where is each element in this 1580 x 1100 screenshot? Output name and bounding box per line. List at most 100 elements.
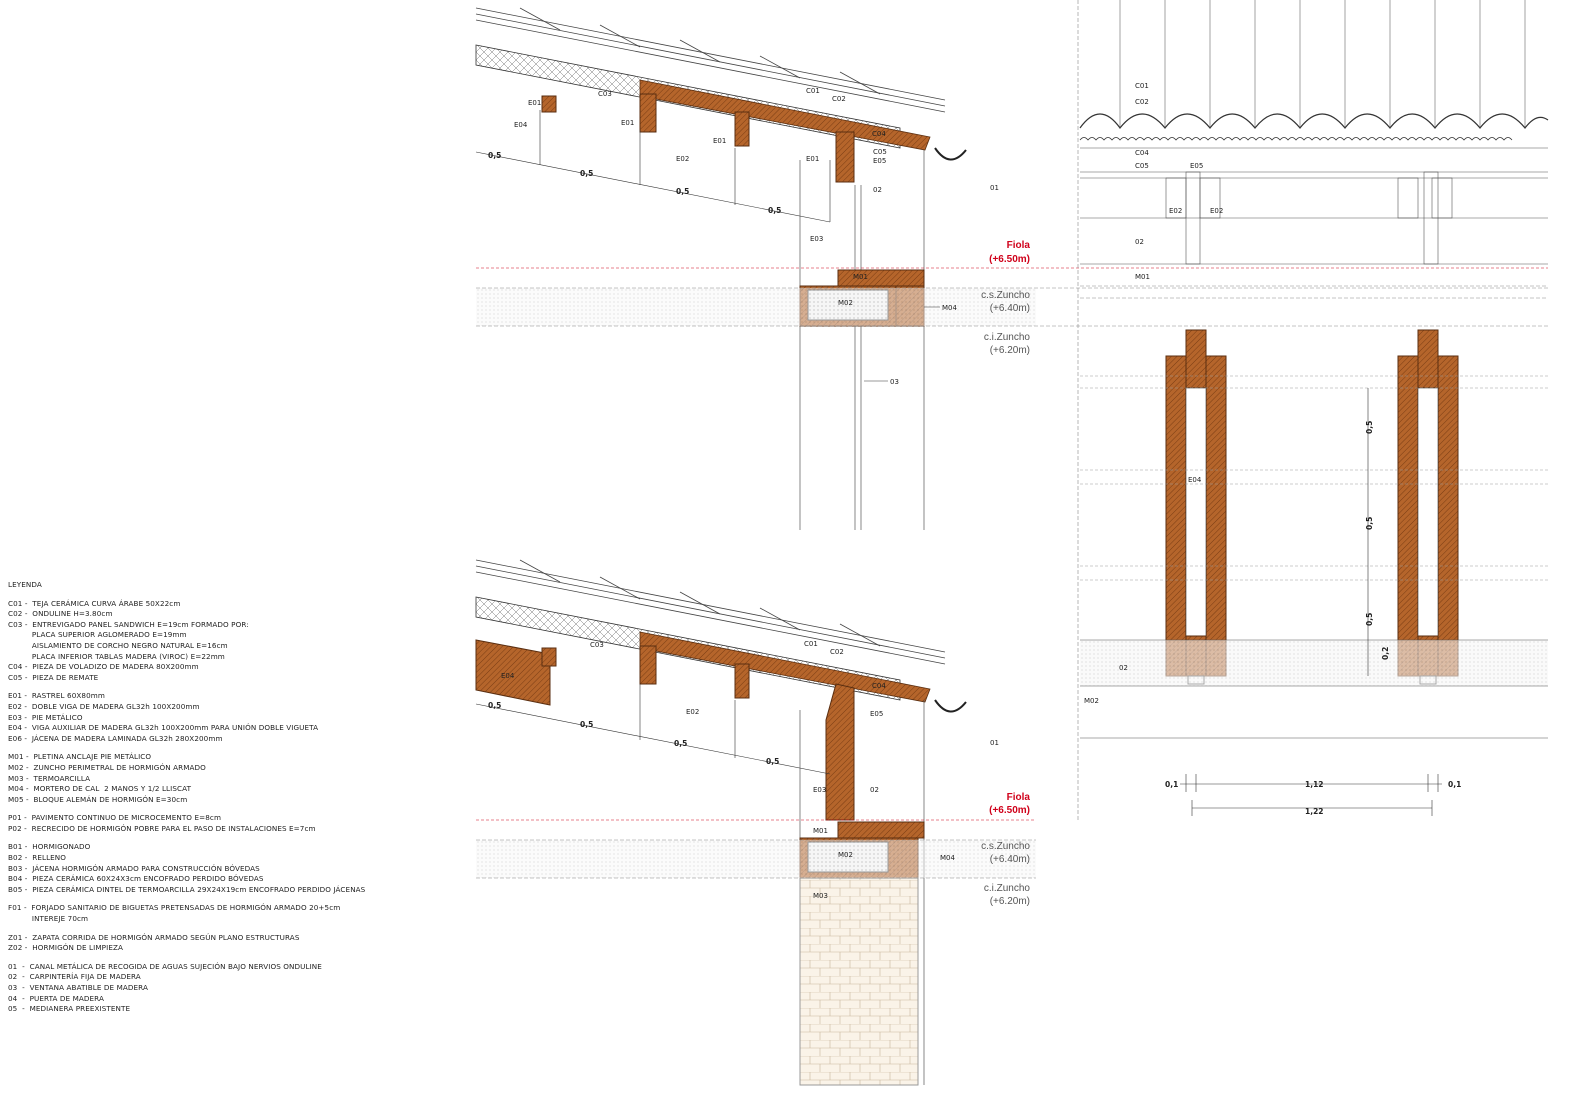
dim-0-5-e: 0,5 bbox=[488, 701, 501, 710]
elev-label-e02-b: E02 bbox=[1210, 207, 1223, 215]
label-c05-top: C05 bbox=[873, 148, 887, 156]
elevation-grid bbox=[1080, 375, 1548, 581]
label-c01-top: C01 bbox=[806, 87, 820, 95]
level-ci-value-top: (+6.20m) bbox=[990, 345, 1030, 356]
label-c01-bottom: C01 bbox=[804, 640, 818, 648]
label-e05-bottom: E05 bbox=[870, 710, 883, 718]
label-m03-bottom: M03 bbox=[813, 892, 828, 900]
dim-vert-0-2: 0,2 bbox=[1381, 647, 1390, 660]
level-fiola-bottom: Fiola bbox=[1007, 792, 1031, 803]
dim-0-5-a: 0,5 bbox=[488, 151, 501, 160]
tile-lines bbox=[1119, 0, 1526, 128]
label-c04-top: C04 bbox=[872, 130, 886, 138]
label-e01-top-d: E01 bbox=[806, 155, 819, 163]
label-e01-top-c: E01 bbox=[713, 137, 726, 145]
dim-0-5-h: 0,5 bbox=[766, 757, 779, 766]
post-e03-bottom bbox=[825, 683, 855, 821]
label-m02-bottom: M02 bbox=[838, 851, 853, 859]
level-ci-value-bottom: (+6.20m) bbox=[990, 896, 1030, 907]
rafter-bottom-c bbox=[734, 663, 750, 699]
beam-e02-bottom bbox=[639, 631, 931, 703]
elev-label-e05: E05 bbox=[1190, 162, 1203, 170]
dim-0-5-f: 0,5 bbox=[580, 720, 593, 729]
dim-0-5-c: 0,5 bbox=[676, 187, 689, 196]
level-cs-value-bottom: (+6.40m) bbox=[990, 854, 1030, 865]
gutter-01-top bbox=[934, 147, 967, 161]
elev-label-c04: C04 bbox=[1135, 149, 1149, 157]
bottom-section: 0,5 0,5 0,5 0,5 C03 E04 C01 C02 C04 E02 … bbox=[475, 559, 1036, 1086]
level-ci-bottom: c.i.Zuncho bbox=[984, 883, 1031, 894]
rafter-e01-c bbox=[734, 111, 750, 147]
label-c02-top: C02 bbox=[832, 95, 846, 103]
label-m01-bottom: M01 bbox=[813, 827, 828, 835]
rafter-e01-a bbox=[541, 95, 557, 113]
construction-detail-drawing: 0,5 0,5 0,5 0,5 C03 E01 E04 E01 C01 C02 … bbox=[475, 0, 1549, 1086]
wall-lines-top bbox=[799, 150, 925, 530]
floor-band bbox=[1080, 640, 1548, 686]
label-c04-bottom: C04 bbox=[872, 682, 886, 690]
label-e04-top: E04 bbox=[514, 121, 528, 129]
dim-1-22: 1,22 bbox=[1305, 807, 1324, 816]
label-m04-top: M04 bbox=[942, 304, 957, 312]
level-fiola-value-bottom: (+6.50m) bbox=[989, 805, 1030, 816]
level-fiola-top: Fiola bbox=[1007, 240, 1031, 251]
elev-label-c02: C02 bbox=[1135, 98, 1149, 106]
rafter-e01-b bbox=[639, 93, 657, 133]
wood-column-right bbox=[1397, 329, 1459, 685]
label-m02-top: M02 bbox=[838, 299, 853, 307]
dim-0-5-g: 0,5 bbox=[674, 739, 687, 748]
label-01-bottom: 01 bbox=[990, 739, 999, 747]
wood-column-left bbox=[1165, 329, 1227, 685]
elev-label-m02: M02 bbox=[1084, 697, 1099, 705]
onduline-waves bbox=[1079, 137, 1513, 141]
label-e05-top: E05 bbox=[873, 157, 886, 165]
dim-0-1-left: 0,1 bbox=[1165, 780, 1178, 789]
elev-label-m01: M01 bbox=[1135, 273, 1150, 281]
label-m04-bottom: M04 bbox=[940, 854, 955, 862]
tile-curves bbox=[1079, 113, 1549, 129]
elev-label-02: 02 bbox=[1135, 238, 1144, 246]
dim-0-1-right: 0,1 bbox=[1448, 780, 1461, 789]
elevation-beams bbox=[1080, 147, 1548, 265]
dim-vert-0-5-b: 0,5 bbox=[1365, 517, 1374, 530]
plate-m01-bottom bbox=[837, 821, 925, 839]
label-e03-top: E03 bbox=[810, 235, 823, 243]
label-c03-bottom: C03 bbox=[590, 641, 604, 649]
dim-1-12: 1,12 bbox=[1305, 780, 1324, 789]
dim-vert-0-5-c: 0,5 bbox=[1365, 613, 1374, 626]
label-e02-bottom: E02 bbox=[686, 708, 699, 716]
label-m01-top: M01 bbox=[853, 273, 868, 281]
level-cs-bottom: c.s.Zuncho bbox=[981, 841, 1030, 852]
dim-0-5-b: 0,5 bbox=[580, 169, 593, 178]
elev-label-c01: C01 bbox=[1135, 82, 1149, 90]
label-01-top: 01 bbox=[990, 184, 999, 192]
elevation-detail: 0,5 0,5 0,5 0,2 0,1 1,12 0,1 1,22 C01 C0… bbox=[1077, 0, 1549, 820]
top-section: 0,5 0,5 0,5 0,5 C03 E01 E04 E01 C01 C02 … bbox=[475, 7, 1548, 530]
elev-label-e02-a: E02 bbox=[1169, 207, 1182, 215]
elev-label-e04: E04 bbox=[1188, 476, 1202, 484]
rafter-bottom-a bbox=[541, 647, 557, 667]
label-e02-top: E02 bbox=[676, 155, 689, 163]
label-c03-top: C03 bbox=[598, 90, 612, 98]
gutter-01-bottom bbox=[934, 699, 967, 713]
plate-m01-top bbox=[837, 269, 925, 287]
label-e04-bottom: E04 bbox=[501, 672, 515, 680]
label-c02-bottom: C02 bbox=[830, 648, 844, 656]
label-03-top: 03 bbox=[890, 378, 899, 386]
label-e01-top-b: E01 bbox=[621, 119, 634, 127]
level-cs-value-top: (+6.40m) bbox=[990, 303, 1030, 314]
label-02-bottom: 02 bbox=[870, 786, 879, 794]
label-e01-top-a: E01 bbox=[528, 99, 541, 107]
beam-e02-top bbox=[639, 79, 931, 151]
dim-vert-0-5-a: 0,5 bbox=[1365, 421, 1374, 434]
label-02-top: 02 bbox=[873, 186, 882, 194]
rafter-bottom-b bbox=[639, 645, 657, 685]
level-cs-top: c.s.Zuncho bbox=[981, 290, 1030, 301]
label-e03-bottom: E03 bbox=[813, 786, 826, 794]
elev-label-c05: C05 bbox=[1135, 162, 1149, 170]
level-ci-top: c.i.Zuncho bbox=[984, 332, 1031, 343]
termoarcilla-wall-m03 bbox=[799, 877, 919, 1086]
level-fiola-value-top: (+6.50m) bbox=[989, 254, 1030, 265]
dim-0-5-d: 0,5 bbox=[768, 206, 781, 215]
post-e05-top bbox=[835, 131, 855, 183]
